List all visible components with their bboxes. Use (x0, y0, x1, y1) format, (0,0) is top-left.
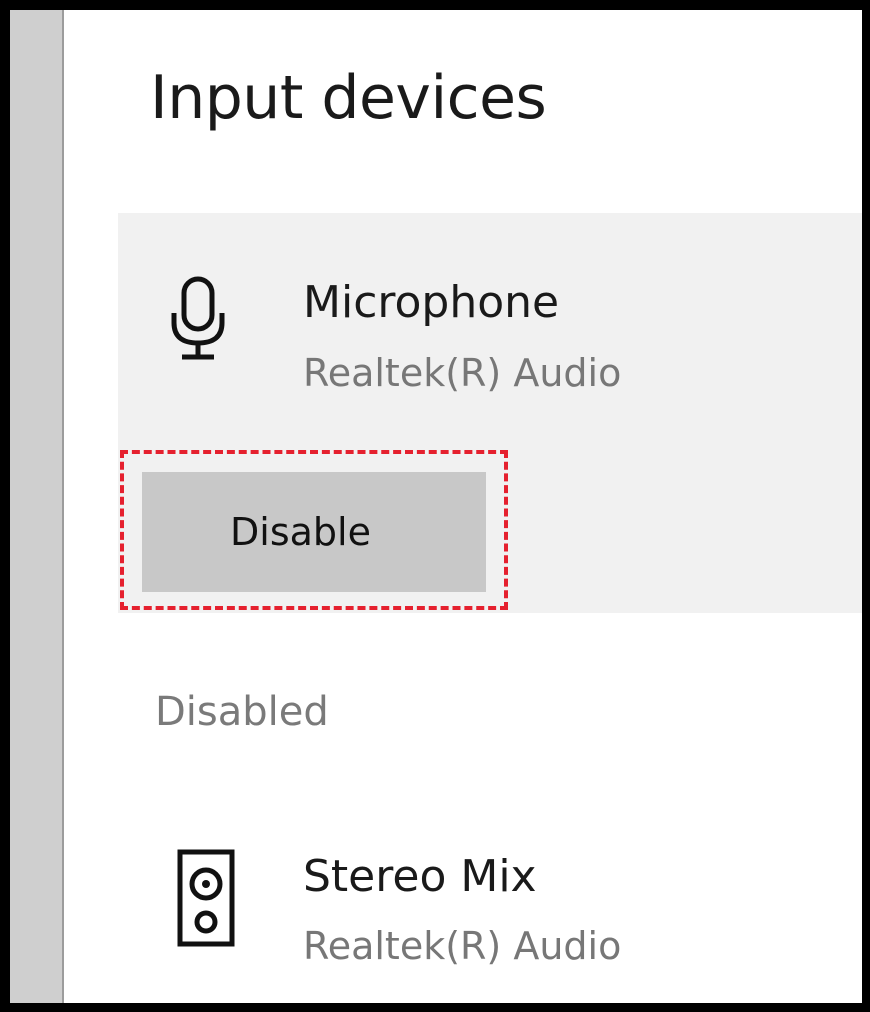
disabled-section-label: Disabled (155, 689, 329, 735)
page-title: Input devices (150, 63, 547, 133)
disable-button[interactable]: Disable (142, 472, 486, 592)
device-subtitle: Realtek(R) Audio (303, 924, 622, 968)
device-name: Microphone (303, 277, 560, 328)
left-rail (10, 10, 64, 1003)
settings-window: Input devices Microphone Realtek(R) Audi… (10, 10, 862, 1003)
speaker-icon (177, 849, 235, 947)
stereo-mix-device-row[interactable]: Stereo Mix Realtek(R) Audio (118, 810, 862, 1000)
device-name: Stereo Mix (303, 851, 537, 902)
device-subtitle: Realtek(R) Audio (303, 351, 622, 395)
microphone-icon (171, 276, 225, 360)
